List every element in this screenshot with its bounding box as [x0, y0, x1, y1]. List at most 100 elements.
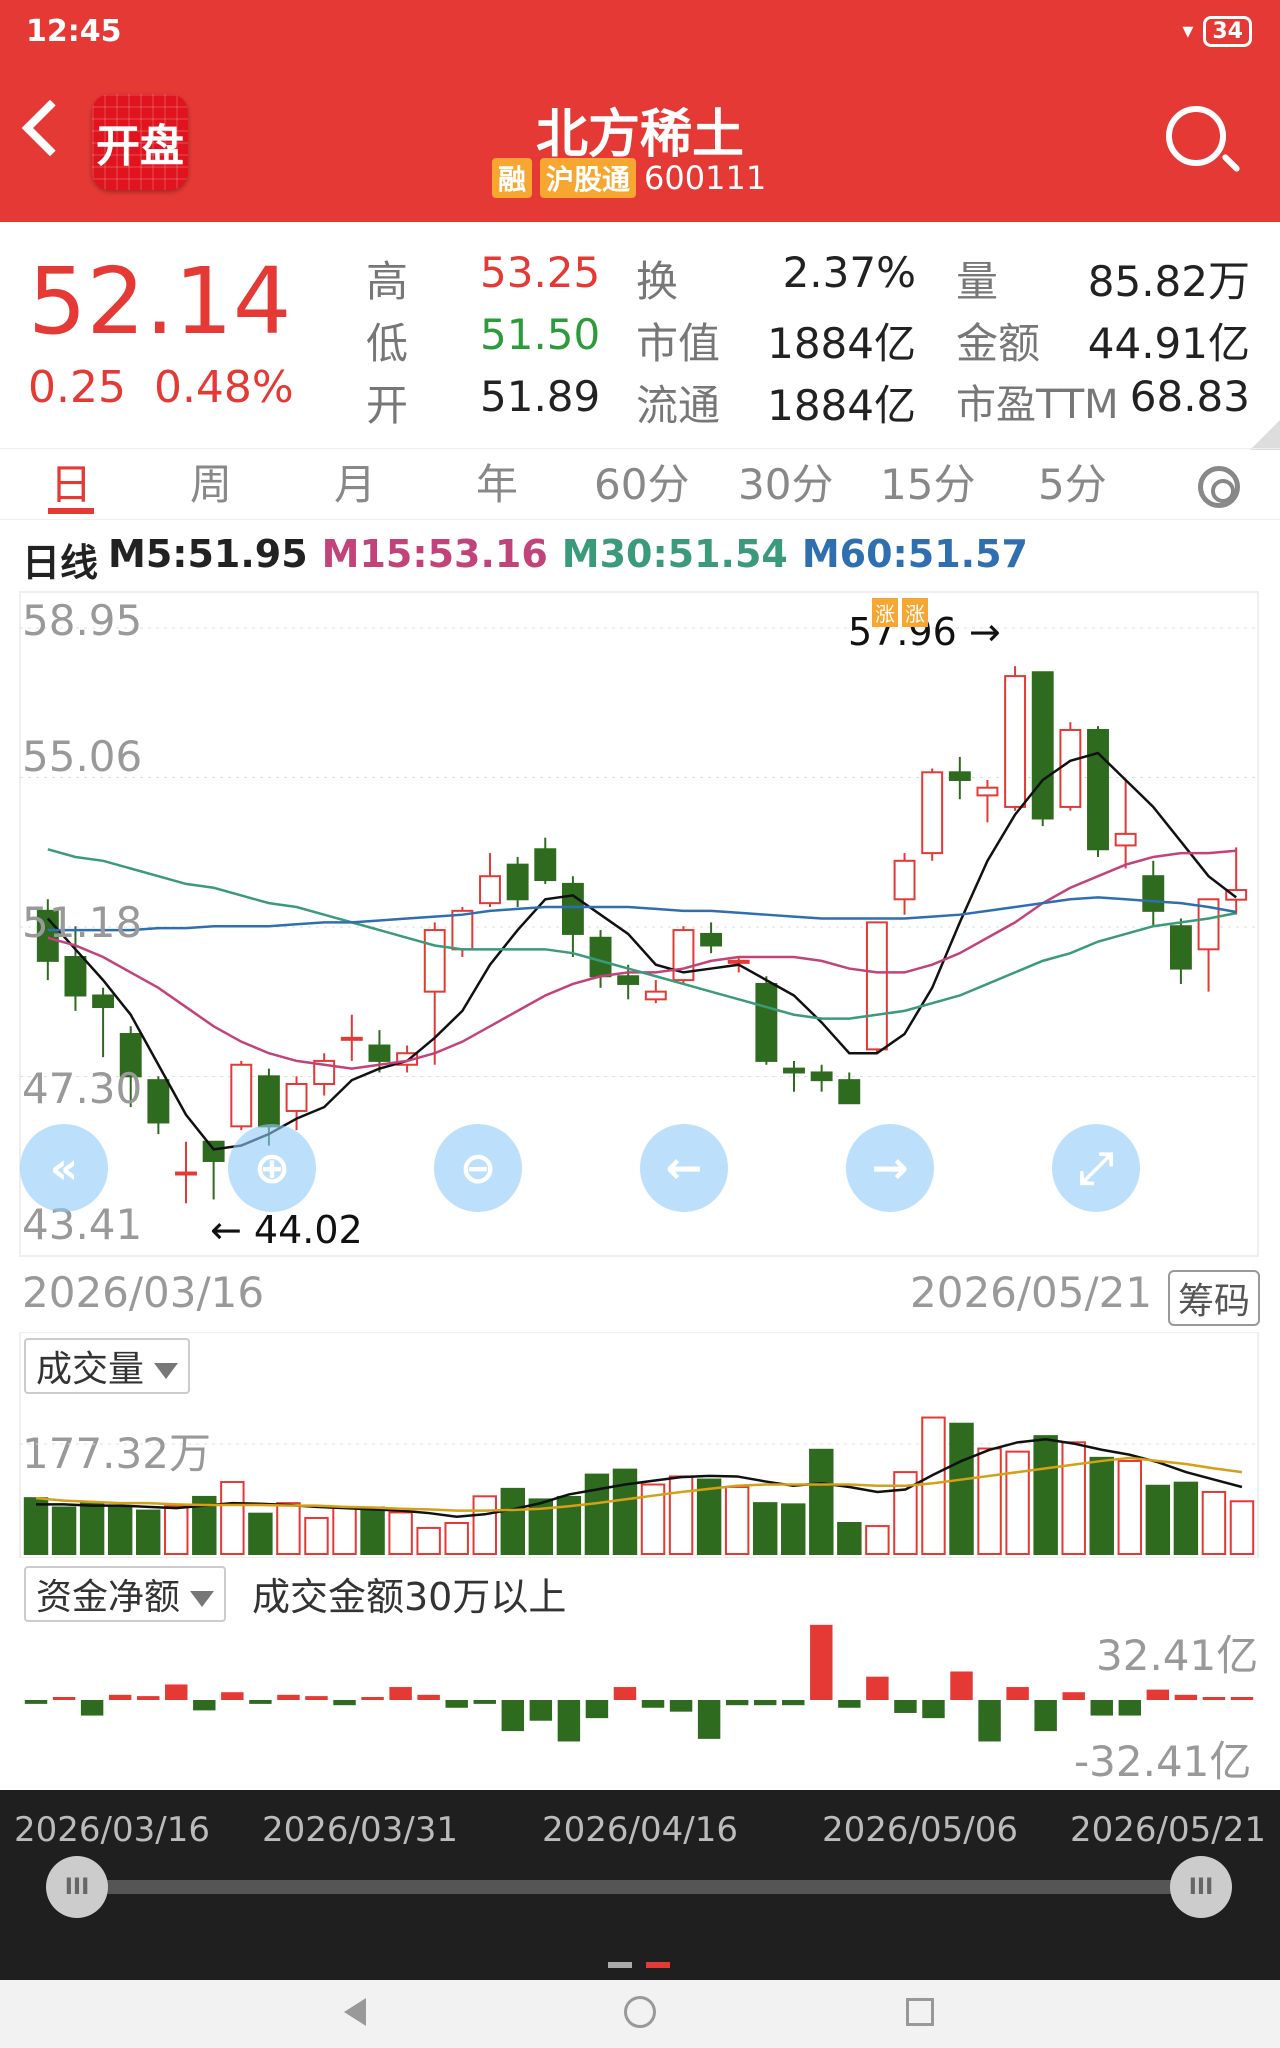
fundflow-bar: [978, 1700, 1001, 1742]
nav-back-icon[interactable]: [344, 1998, 366, 2026]
volume-bar: [276, 1502, 301, 1555]
timeline-end-handle[interactable]: III: [1170, 1856, 1232, 1918]
tab-day[interactable]: 日: [50, 451, 92, 512]
fundflow-bar: [417, 1694, 440, 1700]
ma5-value: M5:51.95: [108, 532, 308, 576]
candle-body: [700, 932, 723, 947]
fundflow-bar: [24, 1700, 48, 1704]
pe-value: 68.83: [1129, 372, 1250, 421]
fundflow-bar: [1174, 1694, 1198, 1700]
fundflow-bar: [1118, 1700, 1142, 1716]
nav-recents-icon[interactable]: [906, 1998, 934, 2026]
volume-bar: [1117, 1459, 1143, 1555]
fundflow-bar: [950, 1671, 973, 1700]
candle-body: [948, 771, 971, 782]
change-percent: 0.48%: [153, 362, 294, 413]
timeline-start-handle[interactable]: III: [46, 1856, 108, 1918]
volume-bar: [584, 1473, 610, 1555]
candle-body: [479, 875, 501, 905]
timeline-date: 2026/04/16: [542, 1810, 738, 1850]
candle-body: [1142, 875, 1165, 912]
volume-bar: [416, 1526, 441, 1555]
volume-bar: [1173, 1481, 1199, 1555]
candle-body: [976, 786, 999, 797]
ma-line-m5: [46, 751, 1237, 1151]
fundflow-bar: [305, 1696, 328, 1700]
fundflow-bar: [1202, 1697, 1226, 1700]
tab-week[interactable]: 周: [190, 451, 232, 512]
volume-value: 85.82万: [1087, 257, 1250, 306]
low-value: 51.50: [480, 310, 601, 359]
fundflow-chart[interactable]: [0, 1560, 1280, 1780]
zoom-out-icon[interactable]: ⊖: [434, 1124, 522, 1212]
turnover-value: 2.37%: [782, 248, 916, 297]
chips-button[interactable]: 筹码: [1168, 1270, 1261, 1326]
timeline-date: 2026/03/16: [14, 1810, 210, 1850]
fundflow-bar: [725, 1700, 749, 1706]
price-axis-label: 51.18: [22, 898, 143, 947]
fundflow-bar: [361, 1697, 384, 1700]
fundflow-bar: [165, 1684, 188, 1700]
candle-body: [423, 929, 446, 993]
fundflow-bar: [221, 1692, 244, 1700]
candle-body: [727, 959, 750, 964]
volume-bar: [809, 1448, 834, 1555]
fundflow-bar: [1062, 1692, 1085, 1700]
volume-ma-line: [35, 1456, 1243, 1512]
volume-bar: [977, 1447, 1002, 1555]
chart-start-date: 2026/03/16: [22, 1268, 265, 1317]
search-icon[interactable]: [1166, 106, 1226, 166]
zoom-in-icon[interactable]: ⊕: [228, 1124, 316, 1212]
stock-code: 600111: [644, 159, 767, 197]
volume-bar: [865, 1525, 890, 1555]
fullscreen-icon[interactable]: ⤢: [1052, 1124, 1140, 1212]
expand-corner-icon[interactable]: [1250, 420, 1280, 450]
volume-bar: [1033, 1435, 1058, 1555]
stock-name: 北方稀土: [535, 105, 744, 165]
page-dot: [608, 1962, 632, 1968]
volume-bar: [135, 1509, 161, 1555]
float-label: 流通: [636, 381, 721, 430]
left-arrow-icon[interactable]: ←: [640, 1124, 728, 1212]
fundflow-bar: [277, 1694, 300, 1700]
rewind-icon[interactable]: «: [20, 1124, 108, 1212]
tab-year[interactable]: 年: [476, 451, 518, 512]
tab-30min[interactable]: 30分: [738, 451, 833, 512]
right-arrow-icon[interactable]: →: [846, 1124, 934, 1212]
stock-subtitle: 融 沪股通 600111: [492, 158, 766, 198]
candle-body: [340, 1036, 363, 1041]
volume-chart[interactable]: [0, 1332, 1280, 1558]
candle-body: [534, 848, 557, 882]
candle-body: [838, 1079, 861, 1105]
active-tab-indicator: [48, 508, 94, 514]
gear-icon[interactable]: [1198, 466, 1240, 508]
tab-month[interactable]: 月: [334, 451, 376, 512]
timeline-date: 2026/03/31: [262, 1810, 458, 1850]
timeline-track[interactable]: [78, 1880, 1202, 1894]
fundflow-bar: [473, 1700, 496, 1704]
volume-bar: [668, 1475, 694, 1555]
tab-60min[interactable]: 60分: [594, 451, 689, 512]
timeline-date: 2026/05/21: [1070, 1810, 1266, 1850]
volume-bar: [388, 1511, 413, 1555]
fundflow-bar: [445, 1700, 468, 1708]
nav-home-icon[interactable]: [624, 1996, 656, 2028]
fundflow-bar: [529, 1700, 553, 1721]
candle-body: [285, 1083, 308, 1112]
ma-line-m60: [47, 896, 1237, 932]
low-annotation: ← 44.02: [210, 1208, 363, 1252]
tab-5min[interactable]: 5分: [1038, 451, 1107, 512]
tab-15min[interactable]: 15分: [880, 451, 975, 512]
fundflow-bar: [585, 1700, 609, 1719]
fundflow-bar: [782, 1700, 805, 1706]
chart-end-date: 2026/05/21: [910, 1268, 1153, 1317]
volume-bar: [1089, 1456, 1114, 1555]
candle-body: [1114, 832, 1137, 847]
period-tabs: 日 周 月 年 60分 30分 15分 5分: [0, 448, 1280, 520]
candle-body: [64, 956, 87, 997]
volume-bar: [248, 1512, 273, 1555]
timeline-date: 2026/05/06: [822, 1810, 1018, 1850]
volume-bar: [220, 1481, 245, 1555]
fundflow-bar: [753, 1700, 777, 1706]
volume-bar: [79, 1502, 105, 1555]
